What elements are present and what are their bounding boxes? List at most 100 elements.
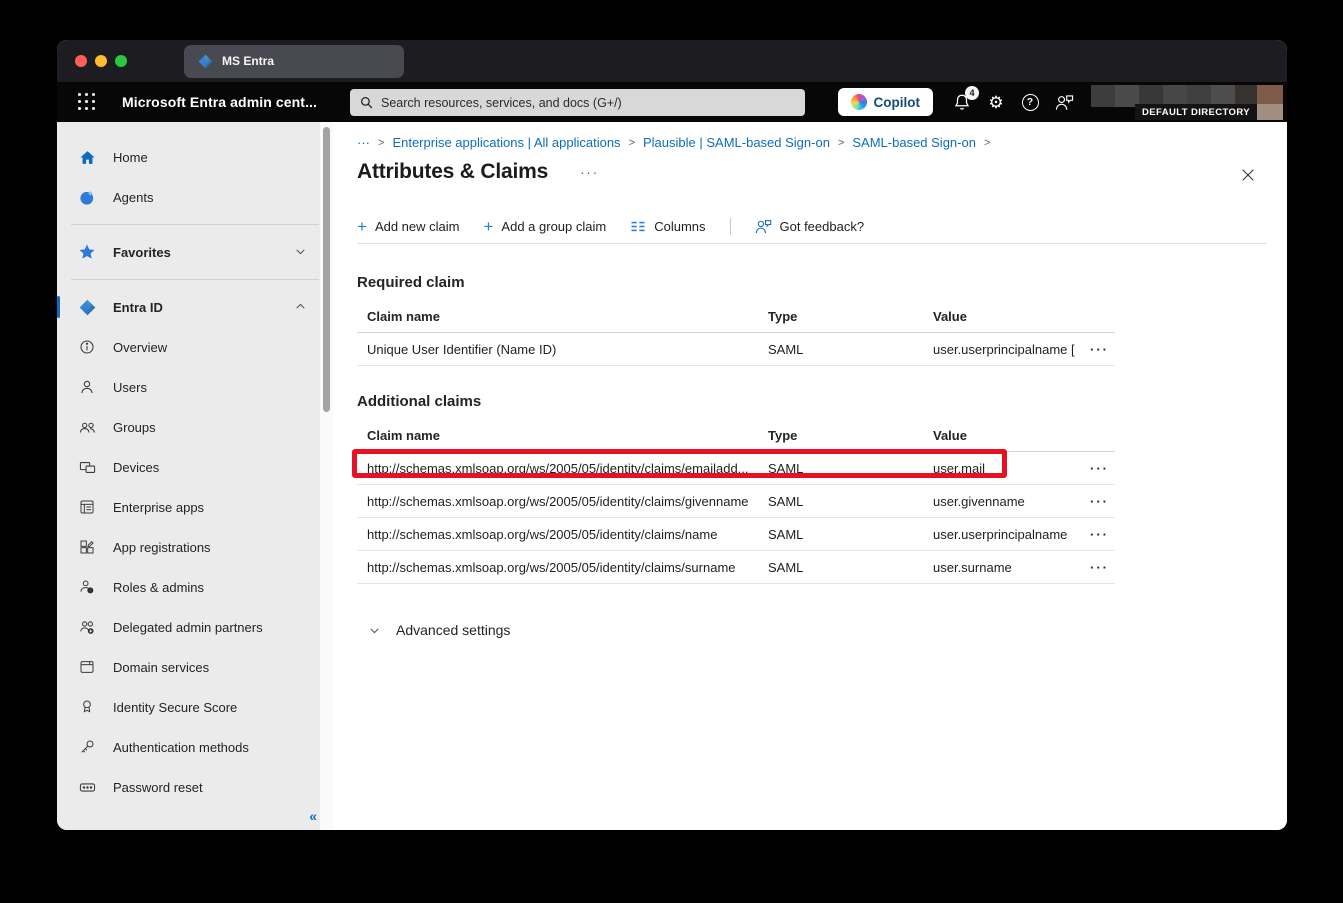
scrollbar-thumb[interactable] [323,127,330,412]
columns-button[interactable]: Columns [630,219,705,234]
value-cell: user.userprincipalname [... [923,342,1075,357]
waffle-menu-icon[interactable] [70,85,104,119]
info-icon [78,338,96,356]
column-header-claim-name[interactable]: Claim name [357,309,758,324]
settings-gear-icon[interactable]: ⚙ [979,85,1013,119]
column-header-value[interactable]: Value [923,428,1075,443]
favorites-star-icon [78,243,96,261]
sidebar-item-overview[interactable]: Overview [57,327,333,367]
breadcrumb-enterprise-applications[interactable]: Enterprise applications | All applicatio… [392,135,620,150]
browser-tab[interactable]: MS Entra [184,45,404,78]
browser-titlebar: MS Entra [57,40,1287,82]
breadcrumb-plausible[interactable]: Plausible | SAML-based Sign-on [643,135,830,150]
global-search[interactable] [350,89,805,116]
sidebar-item-password-reset[interactable]: Password reset [57,767,333,807]
search-input[interactable] [381,96,795,110]
breadcrumb-separator: > [378,137,384,149]
column-header-type[interactable]: Type [758,309,923,324]
value-cell: user.userprincipalname [923,527,1075,542]
got-feedback-button[interactable]: Got feedback? [755,219,865,234]
column-header-type[interactable]: Type [758,428,923,443]
add-new-claim-button[interactable]: + Add new claim [357,218,459,235]
claim-name-cell[interactable]: Unique User Identifier (Name ID) [357,342,758,357]
sidebar-item-authentication-methods[interactable]: Authentication methods [57,727,333,767]
sidebar-divider [71,279,319,280]
claim-name-cell[interactable]: http://schemas.xmlsoap.org/ws/2005/05/id… [357,461,758,476]
column-header-claim-name[interactable]: Claim name [357,428,758,443]
claim-name-cell[interactable]: http://schemas.xmlsoap.org/ws/2005/05/id… [357,494,758,509]
column-header-value[interactable]: Value [923,309,1075,324]
copilot-button[interactable]: Copilot [838,88,934,116]
entra-id-icon [78,298,96,316]
zoom-window-button[interactable] [115,55,127,67]
table-row-emailaddress[interactable]: http://schemas.xmlsoap.org/ws/2005/05/id… [357,452,1115,485]
sidebar-item-app-registrations[interactable]: App registrations [57,527,333,567]
breadcrumb-separator: > [984,137,990,149]
top-navbar: Microsoft Entra admin cent... Copilot 4 … [57,82,1287,122]
claim-name-cell[interactable]: http://schemas.xmlsoap.org/ws/2005/05/id… [357,560,758,575]
account-redacted-area[interactable]: DEFAULT DIRECTORY [1091,82,1287,122]
sidebar-item-entra-id[interactable]: Entra ID [57,287,333,327]
advanced-settings-toggle[interactable]: Advanced settings [357,622,1267,638]
claim-name-cell[interactable]: http://schemas.xmlsoap.org/ws/2005/05/id… [357,527,758,542]
chevron-down-icon [368,624,381,637]
table-row-name[interactable]: http://schemas.xmlsoap.org/ws/2005/05/id… [357,518,1115,551]
delegated-admin-partners-icon [78,618,96,636]
row-more-menu[interactable]: ··· [1075,342,1115,357]
sidebar-item-roles-admins[interactable]: T Roles & admins [57,567,333,607]
sidebar-item-domain-services[interactable]: Domain services [57,647,333,687]
copilot-icon [851,94,867,110]
row-more-menu[interactable]: ··· [1075,560,1115,575]
breadcrumb-saml-sign-on[interactable]: SAML-based Sign-on [852,135,976,150]
row-more-menu[interactable]: ··· [1075,527,1115,542]
agents-icon [78,188,96,206]
brand-title[interactable]: Microsoft Entra admin cent... [122,94,317,110]
row-more-menu[interactable]: ··· [1075,494,1115,509]
traffic-lights [75,55,127,67]
page-title: Attributes & Claims [357,160,548,184]
add-group-claim-button[interactable]: + Add a group claim [483,218,606,235]
breadcrumb-overflow[interactable]: ··· [357,135,370,150]
type-cell: SAML [758,494,923,509]
home-icon [78,148,96,166]
minimize-window-button[interactable] [95,55,107,67]
columns-icon [630,220,646,233]
sidebar-scrollbar[interactable] [320,122,333,830]
roles-admins-icon: T [78,578,96,596]
table-row-givenname[interactable]: http://schemas.xmlsoap.org/ws/2005/05/id… [357,485,1115,518]
sidebar-item-favorites[interactable]: Favorites [57,232,333,272]
breadcrumb: ··· > Enterprise applications | All appl… [357,135,1267,150]
value-cell: user.surname [923,560,1075,575]
sidebar-item-agents[interactable]: Agents [57,177,333,217]
sidebar-item-enterprise-apps[interactable]: Enterprise apps [57,487,333,527]
row-more-menu[interactable]: ··· [1075,461,1115,476]
user-icon [78,378,96,396]
sidebar-item-groups[interactable]: Groups [57,407,333,447]
feedback-icon[interactable] [1047,85,1081,119]
app-registrations-icon [78,538,96,556]
sidebar-item-home[interactable]: Home [57,137,333,177]
close-window-button[interactable] [75,55,87,67]
sidebar: Home Agents Favorites Entra ID [57,122,333,830]
sidebar-item-delegated-admin-partners[interactable]: Delegated admin partners [57,607,333,647]
search-icon [360,96,373,109]
feedback-icon [755,219,772,234]
required-claim-heading: Required claim [357,274,1267,291]
sidebar-item-devices[interactable]: Devices [57,447,333,487]
table-row-surname[interactable]: http://schemas.xmlsoap.org/ws/2005/05/id… [357,551,1115,584]
sidebar-item-users[interactable]: Users [57,367,333,407]
domain-services-icon [78,658,96,676]
table-row[interactable]: Unique User Identifier (Name ID) SAML us… [357,333,1115,366]
close-panel-icon[interactable] [1239,166,1257,184]
collapse-sidebar-button[interactable]: « [309,808,317,824]
sidebar-item-identity-secure-score[interactable]: Identity Secure Score [57,687,333,727]
type-cell: SAML [758,560,923,575]
value-cell: user.mail [923,461,1075,476]
groups-icon [78,418,96,436]
help-icon[interactable]: ? [1013,85,1047,119]
chevron-up-icon [294,300,307,313]
tab-title: MS Entra [222,54,274,68]
value-cell: user.givenname [923,494,1075,509]
notifications-button[interactable]: 4 [945,85,979,119]
title-more-menu[interactable]: ··· [580,165,599,180]
